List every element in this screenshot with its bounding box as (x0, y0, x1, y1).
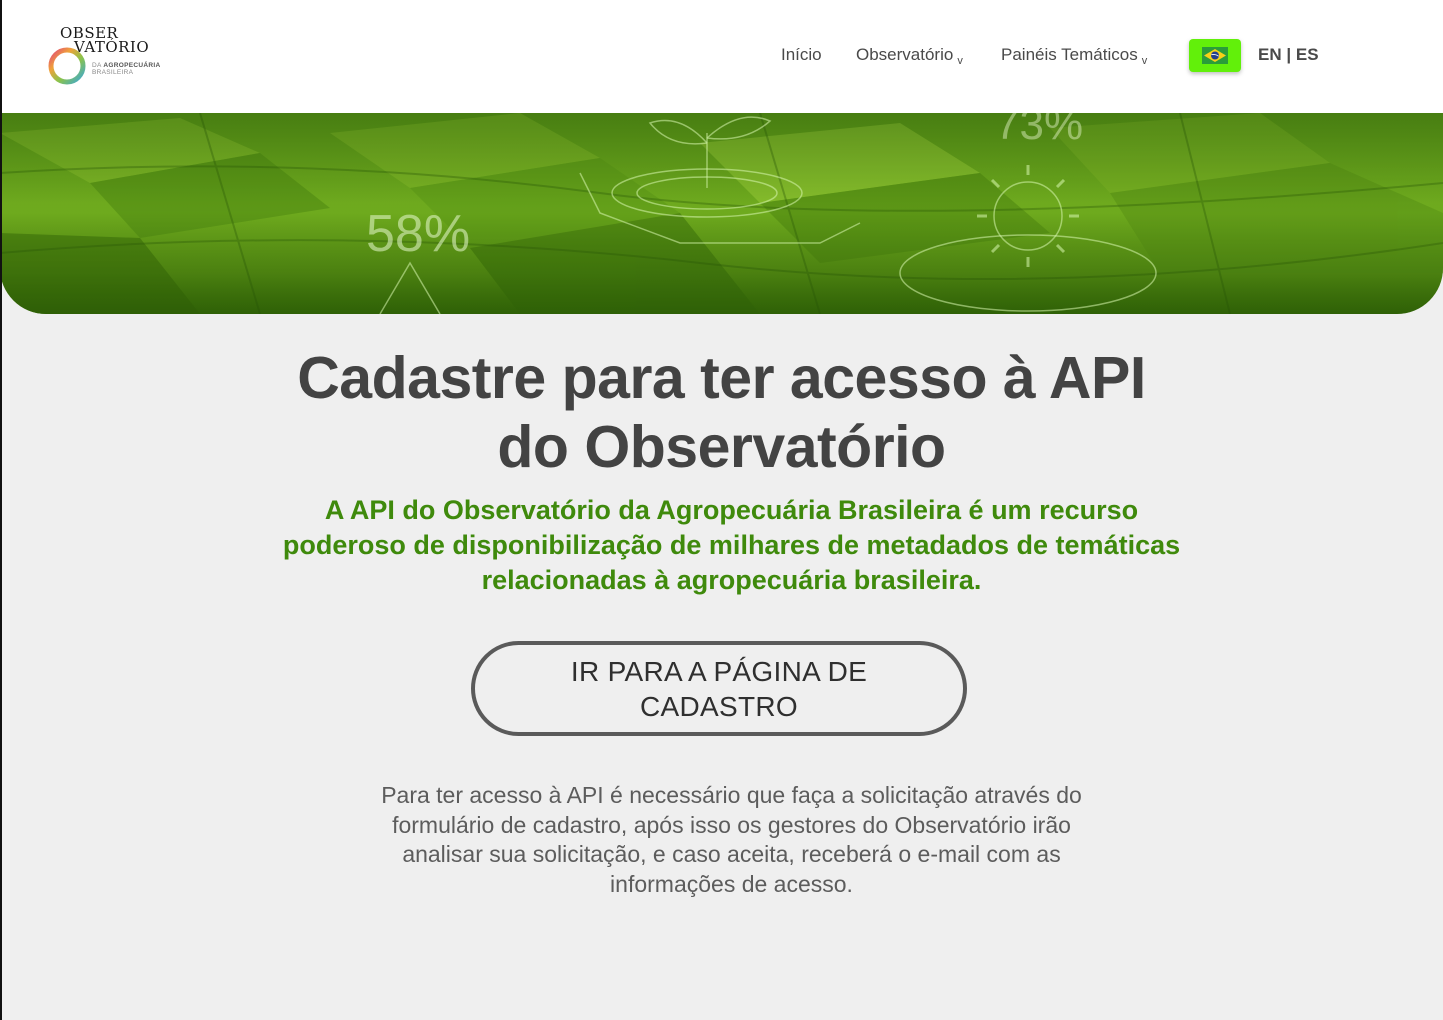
hero-stat-right: 73% (995, 113, 1083, 149)
page-subtitle: A API do Observatório da Agropecuária Br… (282, 495, 1181, 595)
site-header: OBSER VATÓRIO DA AGROPECUÁRIA BRASILEIRA… (0, 0, 1443, 113)
register-button-label: IR PARA A PÁGINA DE CADASTRO (570, 655, 868, 722)
language-pt-button[interactable] (1189, 39, 1241, 72)
hero-stat-left: 58% (366, 205, 470, 263)
chevron-down-icon: v (957, 55, 963, 67)
nav-item-paineis-tematicos[interactable]: Painéis Temáticos v (1001, 45, 1148, 67)
language-es-link[interactable]: ES (1296, 45, 1319, 64)
main-nav: Início Observatório v Painéis Temáticos v … (0, 39, 1443, 72)
hero-background-image: 58% 73% (0, 113, 1443, 314)
window-edge (0, 0, 2, 1020)
register-button[interactable]: IR PARA A PÁGINA DE CADASTRO (471, 641, 967, 736)
language-separator: | (1286, 45, 1292, 64)
language-links: EN | ES (1258, 45, 1319, 65)
access-info-text: Para ter acesso à API é necessário que f… (381, 782, 1082, 897)
nav-item-label: Painéis Temáticos (1001, 45, 1138, 64)
nav-item-observatorio[interactable]: Observatório v (856, 45, 963, 67)
hero-banner: 58% 73% (0, 113, 1443, 314)
nav-item-label: Início (781, 45, 822, 64)
page-title: Cadastre para ter acesso à API do Observ… (297, 345, 1146, 480)
nav-item-inicio[interactable]: Início (781, 45, 822, 65)
nav-item-label: Observatório (856, 45, 954, 64)
brazil-flag-icon (1202, 47, 1228, 64)
language-en-link[interactable]: EN (1258, 45, 1282, 64)
chevron-down-icon: v (1141, 55, 1148, 67)
